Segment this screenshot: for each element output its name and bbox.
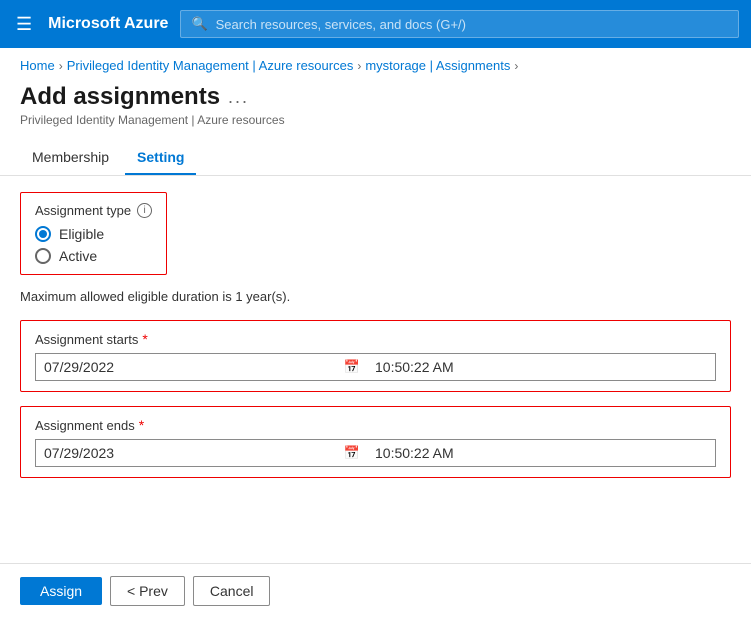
search-box[interactable]: 🔍 bbox=[180, 10, 739, 38]
assignment-ends-group: Assignment ends * 📅 bbox=[20, 406, 731, 478]
starts-date-wrap: 📅 bbox=[35, 353, 367, 381]
tabs: Membership Setting bbox=[0, 141, 751, 176]
azure-logo: Microsoft Azure bbox=[48, 15, 168, 33]
hamburger-icon[interactable]: ☰ bbox=[12, 10, 36, 39]
starts-date-input[interactable] bbox=[35, 353, 367, 381]
radio-active-label: Active bbox=[59, 248, 97, 264]
starts-calendar-icon[interactable]: 📅 bbox=[337, 353, 367, 381]
ends-date-wrap: 📅 bbox=[35, 439, 367, 467]
breadcrumb-home[interactable]: Home bbox=[20, 58, 55, 73]
breadcrumb-sep-1: › bbox=[59, 59, 63, 73]
breadcrumb-storage[interactable]: mystorage | Assignments bbox=[365, 58, 510, 73]
ends-calendar-icon[interactable]: 📅 bbox=[337, 439, 367, 467]
page-subtitle: Privileged Identity Management | Azure r… bbox=[20, 113, 731, 127]
radio-eligible-label: Eligible bbox=[59, 226, 104, 242]
assignment-starts-label: Assignment starts * bbox=[35, 331, 716, 347]
search-input[interactable] bbox=[216, 17, 728, 32]
ends-date-input[interactable] bbox=[35, 439, 367, 467]
assignment-ends-label: Assignment ends * bbox=[35, 417, 716, 433]
radio-active[interactable]: Active bbox=[35, 248, 152, 264]
radio-active-circle[interactable] bbox=[35, 248, 51, 264]
radio-eligible-circle[interactable] bbox=[35, 226, 51, 242]
search-icon: 🔍 bbox=[191, 16, 207, 32]
assignment-type-label: Assignment type i bbox=[35, 203, 152, 218]
breadcrumb: Home › Privileged Identity Management | … bbox=[0, 48, 751, 79]
topbar: ☰ Microsoft Azure 🔍 bbox=[0, 0, 751, 48]
main-content: Assignment type i Eligible Active Maximu… bbox=[0, 176, 751, 508]
footer: Assign < Prev Cancel bbox=[0, 563, 751, 618]
required-star-ends: * bbox=[139, 417, 144, 433]
required-star-starts: * bbox=[142, 331, 147, 347]
assignment-starts-group: Assignment starts * 📅 bbox=[20, 320, 731, 392]
assignment-type-box: Assignment type i Eligible Active bbox=[20, 192, 167, 275]
assignment-starts-row: 📅 bbox=[35, 353, 716, 381]
breadcrumb-sep-3: › bbox=[514, 59, 518, 73]
page-options-icon[interactable]: ... bbox=[228, 87, 249, 108]
page-header: Add assignments ... Privileged Identity … bbox=[0, 79, 751, 135]
tab-setting[interactable]: Setting bbox=[125, 141, 196, 175]
breadcrumb-sep-2: › bbox=[357, 59, 361, 73]
starts-time-input[interactable] bbox=[367, 353, 716, 381]
prev-button[interactable]: < Prev bbox=[110, 576, 185, 606]
cancel-button[interactable]: Cancel bbox=[193, 576, 271, 606]
notice-text: Maximum allowed eligible duration is 1 y… bbox=[20, 289, 731, 304]
ends-time-input[interactable] bbox=[367, 439, 716, 467]
assign-button[interactable]: Assign bbox=[20, 577, 102, 605]
breadcrumb-pim[interactable]: Privileged Identity Management | Azure r… bbox=[67, 58, 354, 73]
tab-membership[interactable]: Membership bbox=[20, 141, 121, 175]
assignment-ends-row: 📅 bbox=[35, 439, 716, 467]
page-title: Add assignments bbox=[20, 83, 220, 111]
assignment-type-info-icon[interactable]: i bbox=[137, 203, 152, 218]
radio-eligible[interactable]: Eligible bbox=[35, 226, 152, 242]
